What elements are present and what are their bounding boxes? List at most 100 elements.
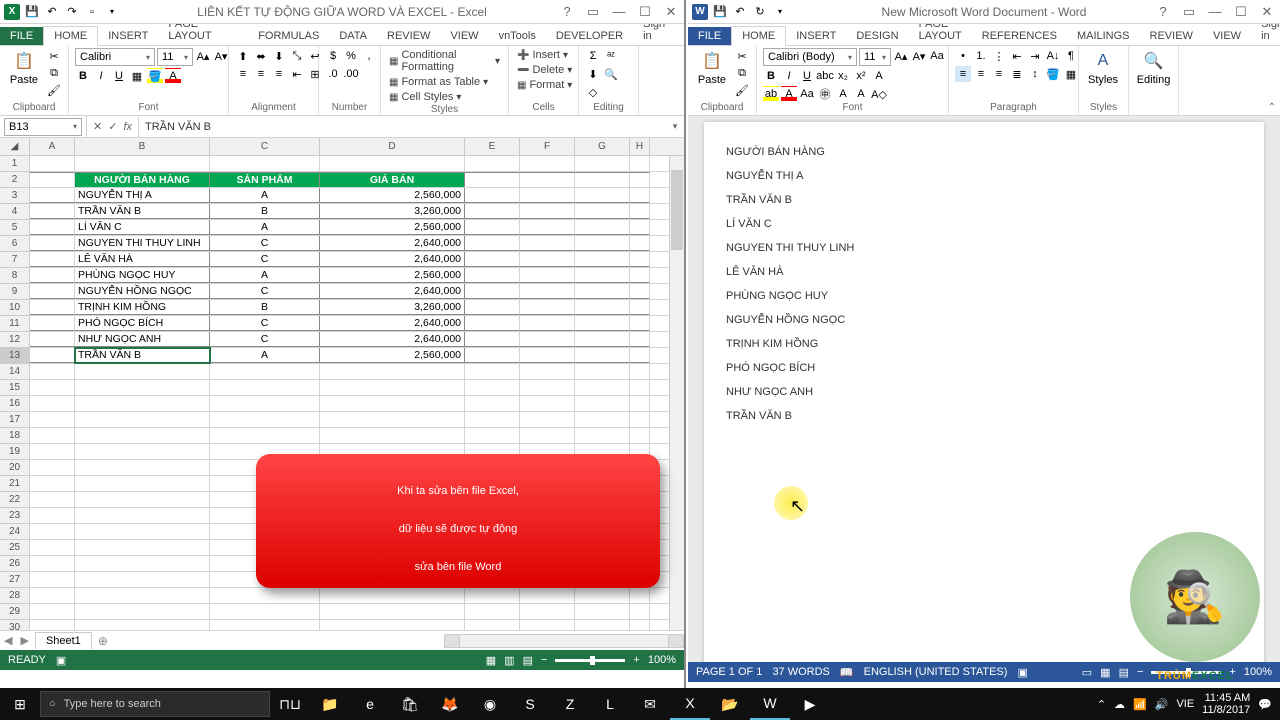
store-icon[interactable]: 🛍	[390, 688, 430, 720]
editing-button[interactable]: 🔍Editing	[1135, 48, 1172, 88]
border-icon[interactable]: ▦	[129, 68, 145, 84]
cell[interactable]	[520, 620, 575, 630]
cell[interactable]	[75, 620, 210, 630]
cell[interactable]	[520, 156, 575, 171]
cell[interactable]	[520, 236, 575, 251]
cell[interactable]	[465, 284, 520, 299]
cell[interactable]	[630, 300, 650, 315]
row-header[interactable]: 24	[0, 524, 30, 540]
cell[interactable]: C	[210, 284, 320, 299]
currency-icon[interactable]: $	[325, 48, 341, 64]
clear-icon[interactable]: ◇	[585, 84, 601, 100]
font-name-combo[interactable]: Calibri▾	[75, 48, 155, 66]
onedrive-icon[interactable]: ☁	[1114, 698, 1125, 711]
cell[interactable]	[630, 396, 650, 411]
ribbon-options-icon[interactable]: ▭	[1176, 0, 1202, 24]
cell[interactable]	[630, 236, 650, 251]
paste-button[interactable]: 📋Paste	[6, 48, 42, 88]
cell[interactable]	[520, 412, 575, 427]
show-marks-icon[interactable]: ¶	[1063, 48, 1079, 64]
zoom-slider[interactable]	[555, 659, 625, 662]
cell[interactable]	[575, 156, 630, 171]
row-header[interactable]: 23	[0, 508, 30, 524]
cell[interactable]	[630, 156, 650, 171]
col-header-D[interactable]: D	[320, 138, 465, 155]
tray-expand-icon[interactable]: ⌃	[1097, 698, 1106, 711]
cell[interactable]	[520, 252, 575, 267]
cell[interactable]: NGUYEN THI THUY LINH	[75, 236, 210, 251]
cell[interactable]	[30, 172, 75, 187]
view-normal-icon[interactable]: ▦	[486, 654, 496, 667]
word-taskbar-icon[interactable]: W	[750, 688, 790, 720]
cell[interactable]	[630, 268, 650, 283]
cell[interactable]	[320, 380, 465, 395]
cell[interactable]	[75, 572, 210, 587]
orientation-icon[interactable]: ⤡	[289, 48, 305, 64]
cell[interactable]: C	[210, 252, 320, 267]
cell[interactable]	[575, 220, 630, 235]
row-header[interactable]: 14	[0, 364, 30, 380]
cell[interactable]: 2,640,000	[320, 332, 465, 347]
clear-format-icon[interactable]: A◇	[871, 86, 887, 102]
cell[interactable]	[75, 396, 210, 411]
align-left-icon[interactable]: ≡	[235, 66, 251, 82]
dec-indent-icon[interactable]: ⇤	[1009, 48, 1025, 64]
cell[interactable]	[210, 156, 320, 171]
cancel-formula-icon[interactable]: ✕	[93, 120, 102, 133]
cell[interactable]	[575, 300, 630, 315]
cell[interactable]: TRẦN VĂN B	[75, 204, 210, 219]
zoom-in-icon[interactable]: +	[633, 654, 639, 666]
save-icon[interactable]: 💾	[24, 4, 40, 20]
change-case-icon[interactable]: Aa	[929, 48, 945, 64]
text-effects-icon[interactable]: A	[871, 68, 887, 84]
undo-icon[interactable]: ↶	[732, 4, 748, 20]
word-line[interactable]: TRẦN VĂN B	[726, 188, 1242, 212]
cell[interactable]	[520, 380, 575, 395]
cell[interactable]	[75, 588, 210, 603]
cell[interactable]	[30, 300, 75, 315]
cell[interactable]	[575, 204, 630, 219]
cell[interactable]	[30, 268, 75, 283]
fill-icon[interactable]: ⬇	[585, 66, 601, 82]
view-pagelayout-icon[interactable]: ▥	[504, 654, 514, 667]
shading-icon[interactable]: 🪣	[1045, 66, 1061, 82]
spell-check-icon[interactable]: 📖	[840, 666, 854, 679]
row-header[interactable]: 3	[0, 188, 30, 204]
cell[interactable]: A	[210, 188, 320, 203]
cell[interactable]	[30, 380, 75, 395]
cell[interactable]: SẢN PHẨM	[210, 172, 320, 187]
cell[interactable]	[210, 396, 320, 411]
fill-color-icon[interactable]: 🪣	[147, 68, 163, 84]
cell[interactable]	[320, 428, 465, 443]
tab-home[interactable]: HOME	[731, 26, 786, 46]
word-line[interactable]: NHƯ NGỌC ANH	[726, 380, 1242, 404]
cell[interactable]	[30, 412, 75, 427]
word-line[interactable]: NGƯỜI BÁN HÀNG	[726, 140, 1242, 164]
tab-developer[interactable]: DEVELOPER	[546, 27, 633, 45]
tab-review[interactable]: REVIEW	[377, 27, 440, 45]
word-line[interactable]: TRẦN VĂN B	[726, 404, 1242, 428]
font-color-icon[interactable]: A	[165, 68, 181, 84]
maximize-icon[interactable]: ☐	[1228, 0, 1254, 24]
line-icon[interactable]: L	[590, 688, 630, 720]
row-header[interactable]: 26	[0, 556, 30, 572]
cell[interactable]	[210, 380, 320, 395]
help-icon[interactable]: ?	[1150, 0, 1176, 24]
cell[interactable]	[575, 316, 630, 331]
cell[interactable]	[465, 236, 520, 251]
format-painter-icon[interactable]: 🖌	[46, 82, 62, 98]
grow-icon[interactable]: A	[835, 86, 851, 102]
word-line[interactable]: PHÓ NGỌC BÍCH	[726, 356, 1242, 380]
grow-font-icon[interactable]: A▴	[195, 48, 211, 64]
cell[interactable]	[520, 188, 575, 203]
row-header[interactable]: 27	[0, 572, 30, 588]
row-header[interactable]: 10	[0, 300, 30, 316]
tab-review[interactable]: REVIEW	[1140, 27, 1203, 45]
ribbon-options-icon[interactable]: ▭	[580, 0, 606, 24]
cell[interactable]: TRỊNH KIM HỒNG	[75, 300, 210, 315]
grow-font-icon[interactable]: A▴	[893, 48, 909, 64]
formula-input[interactable]: TRẦN VĂN B	[139, 121, 666, 133]
cell[interactable]	[465, 412, 520, 427]
cell[interactable]	[520, 284, 575, 299]
tab-vntools[interactable]: vnTools	[489, 27, 546, 45]
